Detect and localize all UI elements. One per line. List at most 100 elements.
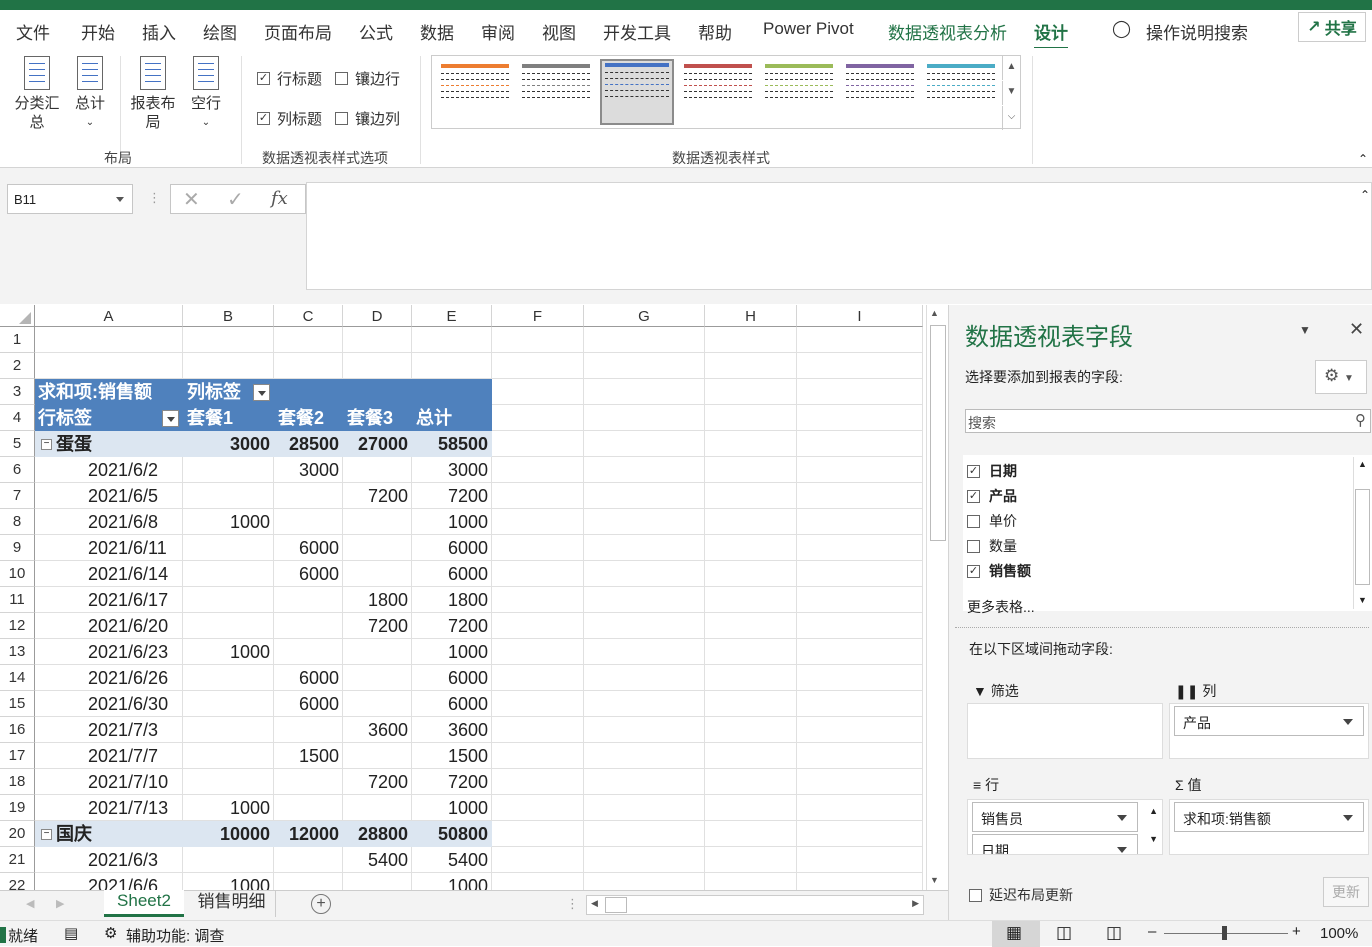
value-cell[interactable]: 1000 bbox=[183, 509, 274, 535]
blank-rows-button[interactable]: 空行 ⌄ bbox=[186, 56, 226, 132]
prev-sheet-icon[interactable]: ◀ bbox=[26, 897, 34, 910]
value-cell[interactable] bbox=[183, 743, 274, 769]
row-header[interactable]: 6 bbox=[0, 457, 35, 483]
column-header[interactable]: H bbox=[705, 305, 797, 327]
row-label-cell[interactable]: 2021/6/3 bbox=[88, 847, 183, 873]
row-label-cell[interactable]: 2021/6/5 bbox=[88, 483, 183, 509]
accessibility-status[interactable]: 辅助功能: 调查 bbox=[126, 925, 224, 946]
tab-pivot-analyze[interactable]: 数据透视表分析 bbox=[888, 19, 1007, 44]
value-cell[interactable] bbox=[274, 847, 343, 873]
row-label-cell[interactable]: 蛋蛋 bbox=[56, 431, 181, 457]
value-cell[interactable]: 1500 bbox=[274, 743, 343, 769]
value-cell[interactable] bbox=[343, 535, 412, 561]
value-cell[interactable] bbox=[343, 457, 412, 483]
tab-power-pivot[interactable]: Power Pivot bbox=[763, 19, 854, 39]
value-cell[interactable]: 7200 bbox=[343, 613, 412, 639]
value-cell[interactable] bbox=[343, 691, 412, 717]
pivot-style-swatch[interactable] bbox=[843, 62, 917, 122]
value-cell[interactable]: 5400 bbox=[412, 847, 492, 873]
columns-drop-area[interactable]: 产品 bbox=[1169, 703, 1369, 759]
row-header[interactable]: 9 bbox=[0, 535, 35, 561]
tab-data[interactable]: 数据 bbox=[420, 19, 454, 44]
tab-home[interactable]: 开始 bbox=[81, 19, 115, 44]
row-header[interactable]: 20 bbox=[0, 821, 35, 847]
column-header[interactable]: I bbox=[797, 305, 923, 327]
column-headers-checkbox[interactable]: ✓ 列标题 bbox=[257, 108, 322, 129]
pivot-style-swatch[interactable] bbox=[600, 59, 674, 125]
value-cell[interactable] bbox=[274, 483, 343, 509]
value-cell[interactable]: 5400 bbox=[343, 847, 412, 873]
tab-page-layout[interactable]: 页面布局 bbox=[264, 19, 332, 44]
value-cell[interactable]: 6000 bbox=[412, 691, 492, 717]
value-cell[interactable]: 58500 bbox=[412, 431, 492, 457]
row-header[interactable]: 18 bbox=[0, 769, 35, 795]
row-label-cell[interactable]: 2021/6/11 bbox=[88, 535, 183, 561]
value-cell[interactable]: 6000 bbox=[412, 561, 492, 587]
value-cell[interactable] bbox=[343, 509, 412, 535]
pivot-style-swatch[interactable] bbox=[681, 62, 755, 122]
column-header[interactable]: B bbox=[183, 305, 274, 327]
row-header[interactable]: 5 bbox=[0, 431, 35, 457]
row-header[interactable]: 19 bbox=[0, 795, 35, 821]
column-header[interactable]: A bbox=[35, 305, 183, 327]
scroll-left-arrow[interactable]: ◀ bbox=[591, 898, 598, 909]
gallery-more-arrow[interactable]: ⌵ bbox=[1002, 106, 1020, 130]
collapse-ribbon-icon[interactable]: ⌃ bbox=[1358, 152, 1368, 166]
column-header[interactable]: F bbox=[492, 305, 584, 327]
column-label-cell[interactable]: 套餐3 bbox=[347, 405, 412, 431]
filter-drop-area[interactable] bbox=[967, 703, 1163, 759]
value-cell[interactable] bbox=[183, 483, 274, 509]
value-cell[interactable] bbox=[343, 795, 412, 821]
value-cell[interactable] bbox=[343, 665, 412, 691]
value-cell[interactable] bbox=[274, 873, 343, 890]
value-cell[interactable]: 6000 bbox=[274, 535, 343, 561]
pivot-style-swatch[interactable] bbox=[924, 62, 998, 122]
row-label-cell[interactable]: 2021/6/14 bbox=[88, 561, 183, 587]
value-cell[interactable]: 1500 bbox=[412, 743, 492, 769]
value-cell[interactable]: 1000 bbox=[412, 873, 492, 890]
row-headers-checkbox[interactable]: ✓ 行标题 bbox=[257, 68, 322, 89]
value-cell[interactable] bbox=[183, 665, 274, 691]
tell-me-search[interactable]: 操作说明搜索 bbox=[1146, 19, 1248, 44]
scroll-down-arrow[interactable]: ▼ bbox=[1358, 595, 1367, 605]
next-sheet-icon[interactable]: ▶ bbox=[56, 897, 64, 910]
value-cell[interactable]: 1800 bbox=[343, 587, 412, 613]
field-checkbox[interactable]: ✓ 产品 bbox=[967, 486, 1017, 506]
value-cell[interactable] bbox=[183, 535, 274, 561]
row-label-cell[interactable]: 国庆 bbox=[56, 821, 181, 847]
value-cell[interactable] bbox=[343, 873, 412, 890]
value-cell[interactable]: 7200 bbox=[343, 769, 412, 795]
value-cell[interactable]: 1000 bbox=[183, 639, 274, 665]
filter-dropdown-icon[interactable] bbox=[162, 410, 179, 427]
search-icon[interactable]: ⚲ bbox=[1355, 411, 1366, 429]
value-cell[interactable]: 3000 bbox=[183, 431, 274, 457]
close-icon[interactable]: ✕ bbox=[1349, 319, 1364, 340]
value-cell[interactable] bbox=[274, 795, 343, 821]
tab-insert[interactable]: 插入 bbox=[142, 19, 176, 44]
value-cell[interactable] bbox=[183, 717, 274, 743]
value-cell[interactable] bbox=[183, 847, 274, 873]
value-cell[interactable]: 6000 bbox=[274, 691, 343, 717]
value-cell[interactable]: 27000 bbox=[343, 431, 412, 457]
tab-draw[interactable]: 绘图 bbox=[203, 19, 237, 44]
field-checkbox[interactable]: ✓ 日期 bbox=[967, 461, 1017, 481]
column-header[interactable]: C bbox=[274, 305, 343, 327]
share-button[interactable]: ↗ 共享 bbox=[1298, 12, 1366, 42]
value-cell[interactable]: 1000 bbox=[183, 795, 274, 821]
row-label-cell[interactable]: 2021/6/26 bbox=[88, 665, 183, 691]
pivot-style-swatch[interactable] bbox=[519, 62, 593, 122]
value-cell[interactable]: 6000 bbox=[412, 665, 492, 691]
row-label-cell[interactable]: 2021/7/3 bbox=[88, 717, 183, 743]
tab-view[interactable]: 视图 bbox=[542, 19, 576, 44]
defer-update-checkbox[interactable]: 延迟布局更新 bbox=[969, 885, 1073, 905]
zoom-level[interactable]: 100% bbox=[1320, 925, 1358, 942]
row-header[interactable]: 21 bbox=[0, 847, 35, 873]
banded-columns-checkbox[interactable]: 镶边列 bbox=[335, 108, 400, 129]
scroll-right-arrow[interactable]: ▶ bbox=[912, 898, 919, 909]
value-cell[interactable]: 3000 bbox=[412, 457, 492, 483]
value-cell[interactable]: 28500 bbox=[274, 431, 343, 457]
row-label-cell[interactable]: 2021/6/8 bbox=[88, 509, 183, 535]
cancel-icon[interactable]: ✕ bbox=[183, 187, 200, 212]
value-cell[interactable] bbox=[274, 509, 343, 535]
scroll-thumb[interactable] bbox=[930, 325, 946, 541]
